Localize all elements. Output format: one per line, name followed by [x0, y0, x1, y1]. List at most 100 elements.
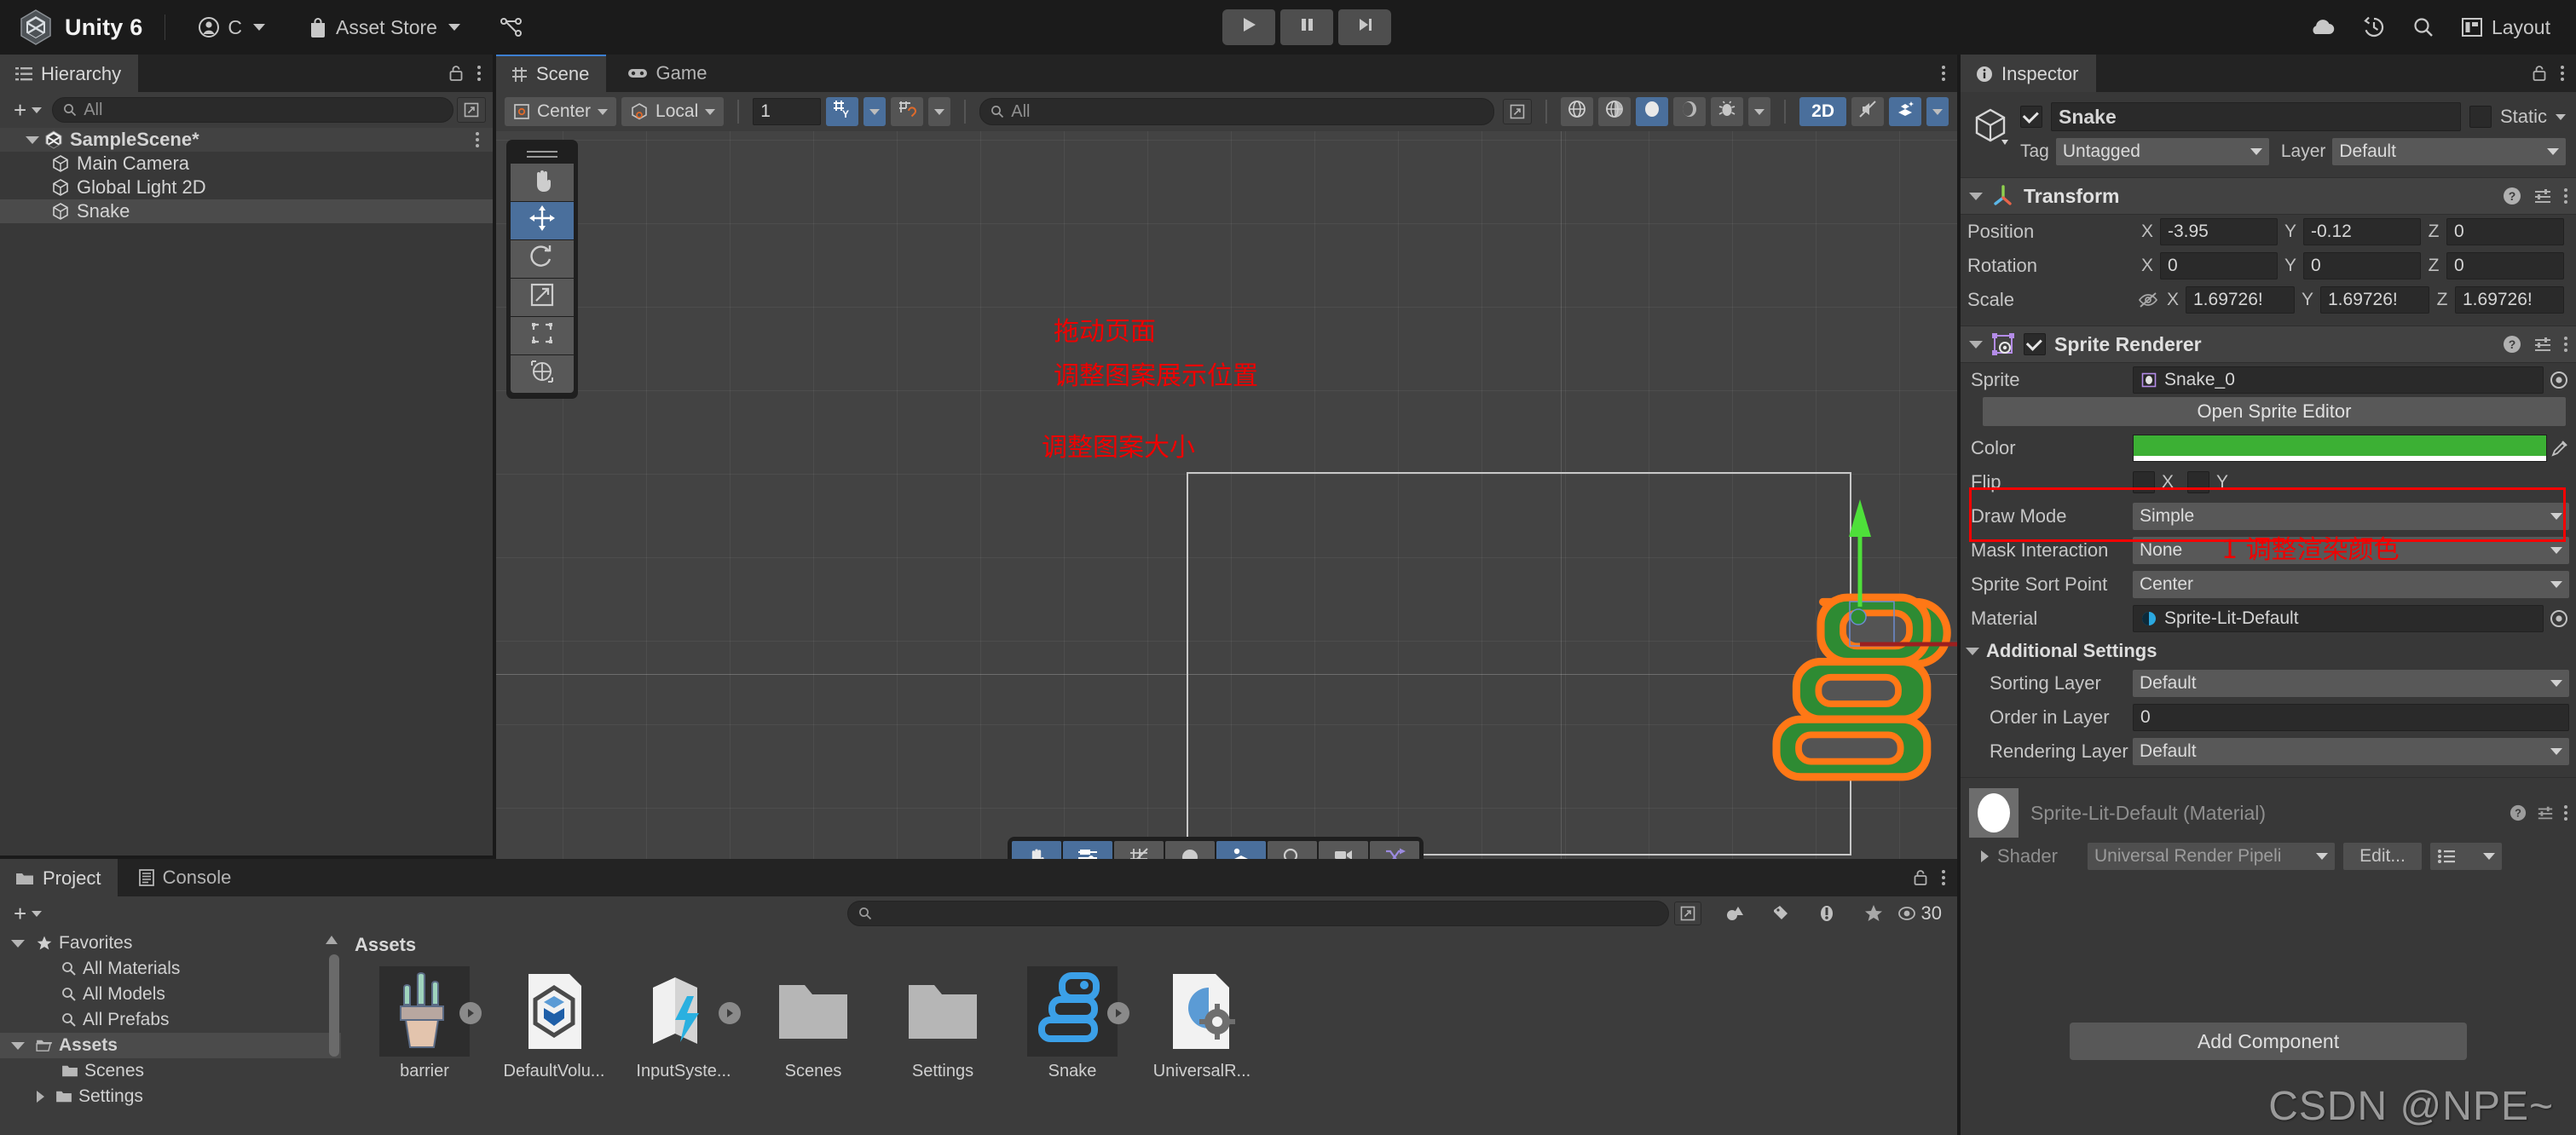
asset-item[interactable]: UniversalR...	[1137, 959, 1267, 1081]
handle-space-button[interactable]: Local	[621, 97, 725, 126]
gizmos-dropdown-button[interactable]	[1926, 97, 1949, 126]
sprite-renderer-component-header[interactable]: Sprite Renderer ?	[1961, 326, 2576, 363]
scene-menu-icon[interactable]	[476, 132, 479, 147]
asset-item[interactable]: InputSyste...	[619, 959, 748, 1081]
color-swatch[interactable]	[2133, 435, 2547, 462]
transform-menu-icon[interactable]	[2564, 188, 2567, 204]
open-sprite-editor-button[interactable]: Open Sprite Editor	[1983, 397, 2566, 426]
toggle-2d-button[interactable]: 2D	[1799, 97, 1846, 126]
scene-menu-icon[interactable]	[1942, 66, 1945, 81]
add-component-button[interactable]: Add Component	[2070, 1023, 2467, 1060]
tool-palette-grip[interactable]	[511, 145, 574, 164]
hand-tool-button[interactable]	[511, 164, 574, 201]
collab-button[interactable]	[489, 11, 534, 43]
move-tool-button[interactable]	[511, 202, 574, 239]
chevron-down-icon[interactable]	[2556, 113, 2566, 120]
pause-button[interactable]	[1280, 9, 1333, 45]
position-x-field[interactable]: -3.95	[2160, 218, 2278, 245]
hierarchy-item-snake[interactable]: Snake	[0, 199, 493, 223]
history-button[interactable]	[2362, 15, 2386, 39]
rendering-layer-dropdown[interactable]: Default	[2133, 738, 2569, 765]
tree-scroll-up-arrow[interactable]	[326, 936, 338, 949]
project-tree-item-all-prefabs[interactable]: All Prefabs	[0, 1007, 341, 1033]
scene-expand-icon[interactable]	[1503, 99, 1533, 124]
chevron-down-icon[interactable]	[26, 135, 39, 144]
asset-item[interactable]: Settings	[878, 959, 1008, 1081]
pivot-mode-button[interactable]: Center	[505, 97, 617, 126]
asset-item[interactable]: Scenes	[748, 959, 878, 1081]
search-button[interactable]	[2411, 15, 2435, 39]
expand-asset-icon[interactable]	[1107, 1002, 1129, 1024]
project-tree-item-scenes[interactable]: Scenes	[0, 1058, 341, 1084]
filter-label-icon[interactable]	[1771, 903, 1790, 924]
help-icon[interactable]: ?	[2503, 335, 2521, 354]
project-expand-icon[interactable]	[1673, 902, 1701, 925]
scene-search-input[interactable]	[1011, 101, 1484, 122]
scale-x-field[interactable]: 1.69726!	[2186, 286, 2295, 314]
hierarchy-item-samplescene[interactable]: SampleScene*	[0, 128, 493, 152]
fx-button[interactable]	[1636, 97, 1669, 126]
sprite-renderer-menu-icon[interactable]	[2564, 337, 2567, 352]
lock-icon[interactable]	[2532, 65, 2547, 82]
help-icon[interactable]: ?	[2503, 187, 2521, 205]
project-search[interactable]	[847, 901, 1669, 926]
tab-inspector[interactable]: Inspector	[1961, 55, 2096, 92]
material-field[interactable]: Sprite-Lit-Default	[2133, 605, 2544, 632]
chevron-right-icon[interactable]	[37, 1091, 44, 1103]
sprite-sort-point-dropdown[interactable]: Center	[2133, 571, 2569, 598]
project-tree-item-settings[interactable]: Settings	[0, 1084, 341, 1109]
tag-dropdown[interactable]: Untagged	[2055, 138, 2269, 165]
lock-icon[interactable]	[448, 65, 464, 82]
grid-size-field[interactable]: 1	[753, 98, 822, 125]
transform-tool-button[interactable]	[511, 355, 574, 393]
audio-button[interactable]	[1598, 97, 1632, 126]
help-icon[interactable]: ?	[2510, 804, 2527, 821]
project-menu-icon[interactable]	[1942, 870, 1945, 885]
project-tree-item-favorites[interactable]: Favorites	[0, 930, 341, 956]
material-picker-icon[interactable]	[2549, 608, 2569, 629]
constrain-proportions-icon[interactable]	[2138, 291, 2158, 308]
sprite-picker-icon[interactable]	[2549, 370, 2569, 390]
chevron-right-icon[interactable]	[1981, 850, 1989, 862]
sorting-layer-dropdown[interactable]: Default	[2133, 670, 2569, 697]
fx-dropdown-button[interactable]	[1673, 97, 1707, 126]
filter-type-icon[interactable]	[1725, 903, 1744, 924]
rotation-x-field[interactable]: 0	[2160, 252, 2278, 279]
asset-item[interactable]: Snake	[1008, 959, 1137, 1081]
preset-icon[interactable]	[2533, 335, 2552, 354]
tab-console[interactable]: Console	[124, 859, 249, 896]
draw-mode-dropdown[interactable]: Simple	[2133, 503, 2569, 530]
hierarchy-expand-icon[interactable]	[457, 97, 486, 123]
tab-scene[interactable]: Scene	[496, 55, 607, 92]
sprite-renderer-enabled-checkbox[interactable]	[2024, 333, 2046, 355]
project-tree-item-assets[interactable]: Assets	[0, 1033, 341, 1058]
create-asset-button[interactable]: +	[7, 899, 49, 929]
flip-x-checkbox[interactable]	[2133, 471, 2155, 493]
lighting-button[interactable]	[1561, 97, 1594, 126]
scene-canvas[interactable]: 拖动页面 调整图案展示位置 调整图案大小	[496, 131, 1957, 893]
additional-settings-header[interactable]: Additional Settings	[1961, 636, 2576, 666]
rotation-y-field[interactable]: 0	[2303, 252, 2421, 279]
chevron-down-icon[interactable]	[1969, 192, 1983, 200]
transform-component-header[interactable]: Transform ?	[1961, 177, 2576, 215]
tab-project[interactable]: Project	[0, 859, 118, 896]
shader-edit-button[interactable]: Edit...	[2343, 843, 2422, 870]
scale-y-field[interactable]: 1.69726!	[2320, 286, 2429, 314]
chevron-down-icon[interactable]	[11, 939, 25, 948]
filter-warning-icon[interactable]	[1817, 903, 1836, 924]
shader-options-button[interactable]	[2430, 843, 2502, 870]
project-search-input[interactable]	[879, 903, 1658, 924]
hierarchy-search[interactable]	[52, 97, 453, 123]
position-y-field[interactable]: -0.12	[2303, 218, 2421, 245]
debug-button[interactable]	[1711, 97, 1744, 126]
play-button[interactable]	[1222, 9, 1275, 45]
expand-asset-icon[interactable]	[459, 1002, 482, 1024]
flip-y-checkbox[interactable]	[2187, 471, 2210, 493]
scale-tool-button[interactable]	[511, 279, 574, 316]
chevron-down-icon[interactable]	[11, 1041, 25, 1050]
step-button[interactable]	[1338, 9, 1391, 45]
inspector-menu-icon[interactable]	[2561, 66, 2564, 81]
position-z-field[interactable]: 0	[2446, 218, 2564, 245]
tab-game[interactable]: Game	[612, 55, 725, 92]
layout-button[interactable]: Layout	[2461, 16, 2559, 39]
